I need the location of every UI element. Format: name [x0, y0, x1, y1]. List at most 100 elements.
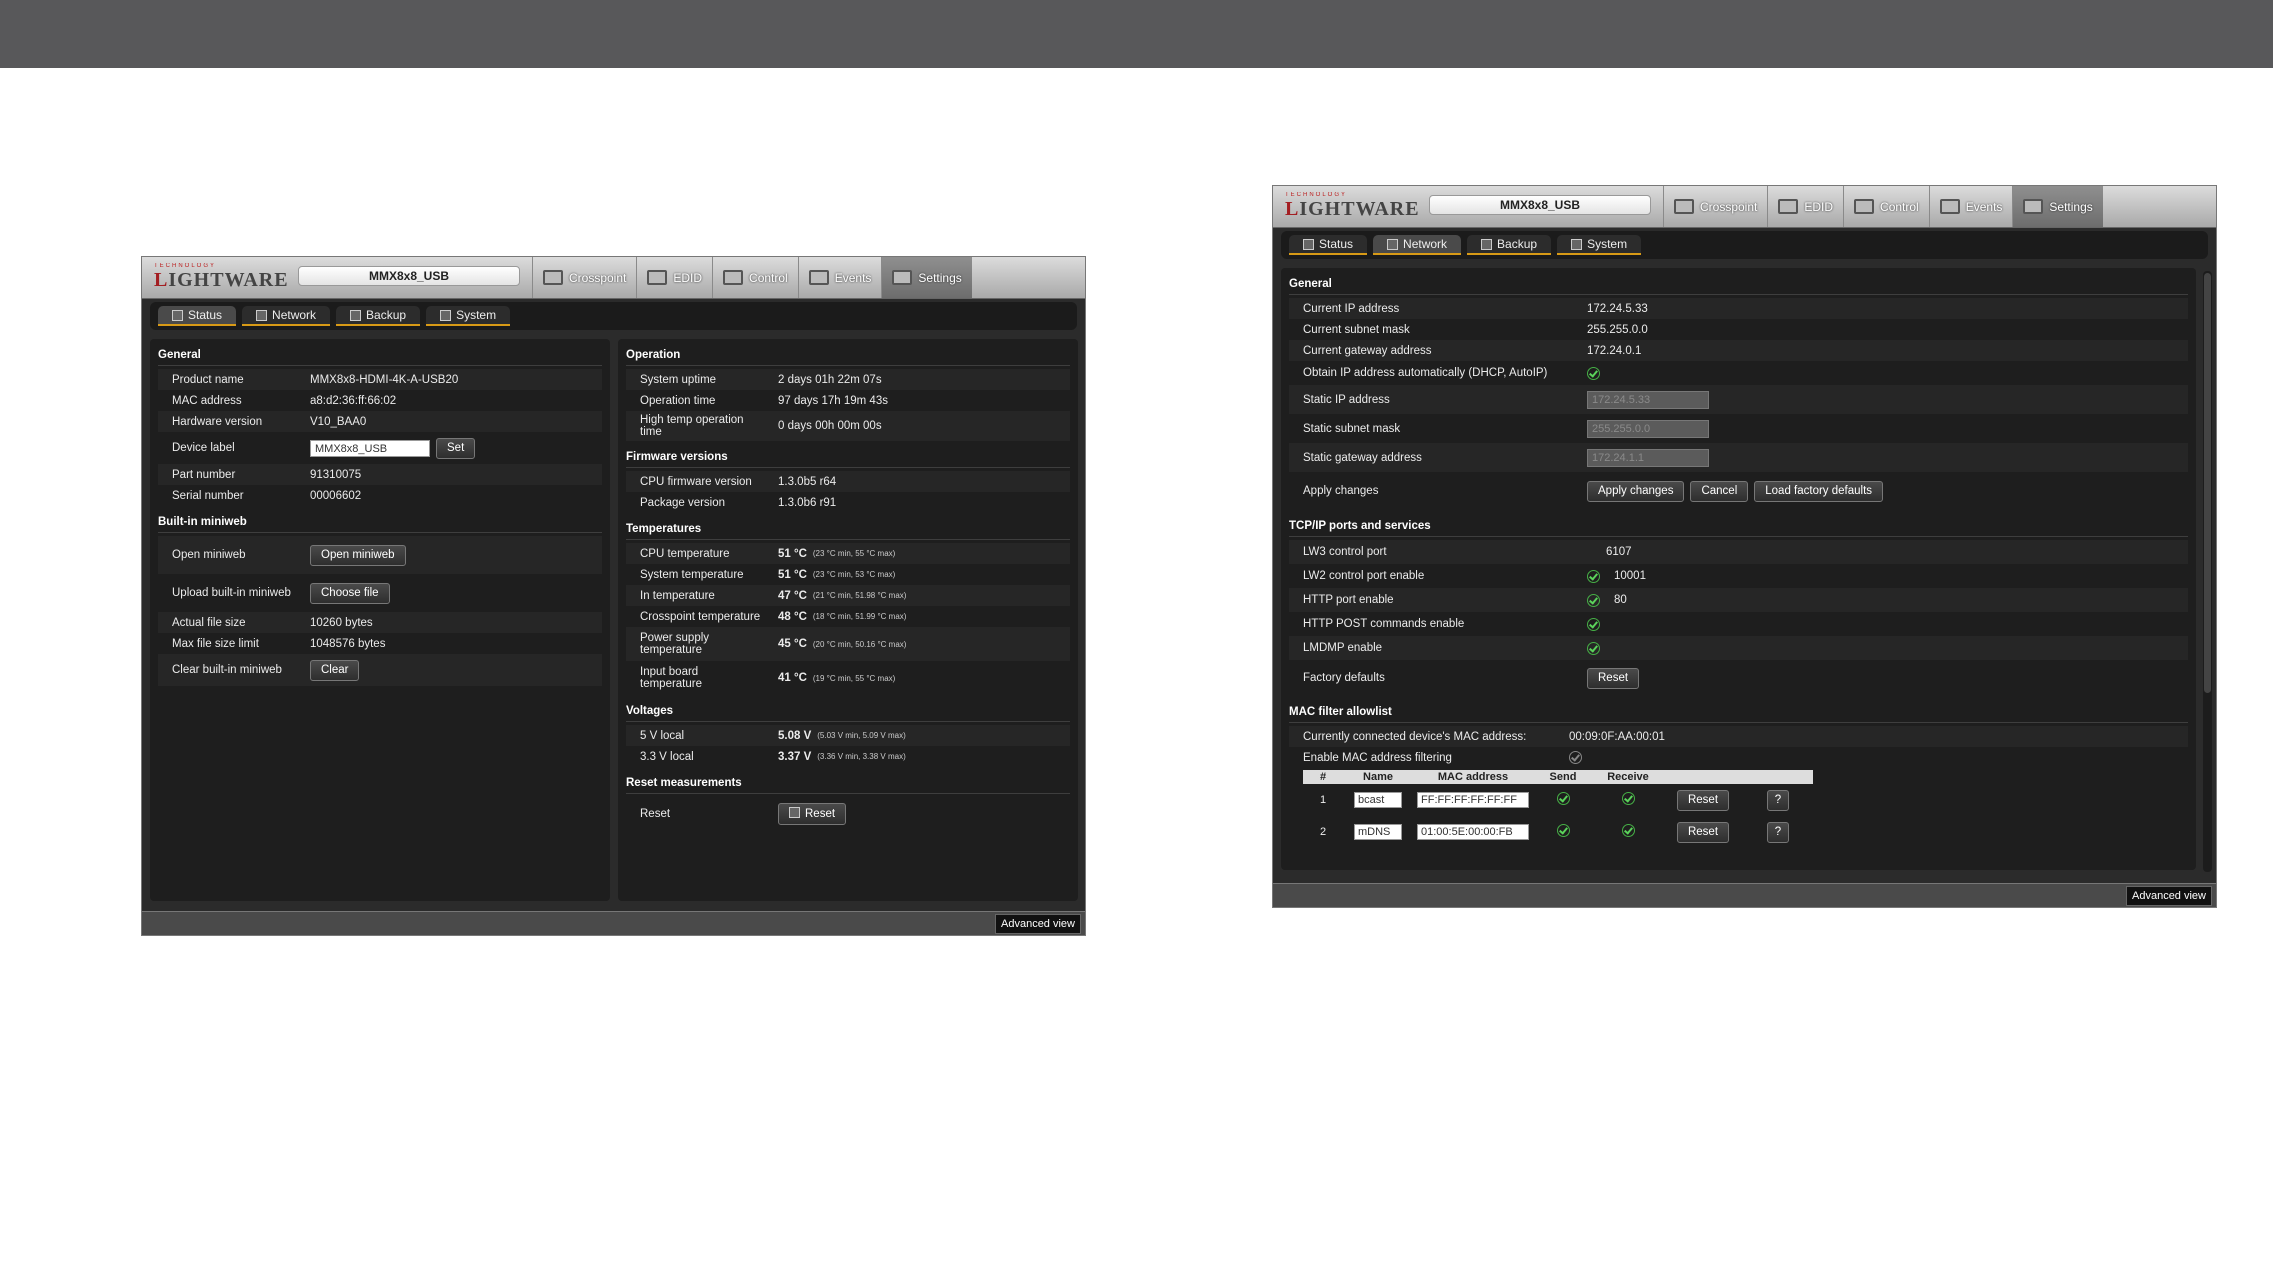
lmdmp-row: LMDMP enable [1289, 636, 2188, 660]
http-post-checkbox[interactable] [1587, 617, 1600, 631]
network-window: TECHNOLOGY LIGHTWARE MMX8x8_USB Crosspoin… [1272, 185, 2217, 908]
apply-changes-button[interactable]: Apply changes [1587, 480, 1685, 502]
send-checkbox[interactable] [1556, 792, 1570, 805]
sliders-icon [723, 270, 744, 285]
open-miniweb-button[interactable]: Open miniweb [310, 544, 406, 566]
static-mask-input[interactable]: 255.255.0.0 [1587, 419, 1709, 438]
mac-address-input[interactable]: FF:FF:FF:FF:FF:FF [1417, 792, 1529, 808]
info-row: Product name MMX8x8-HDMI-4K-A-USB20 [158, 369, 602, 390]
tab-control[interactable]: Control [712, 257, 798, 298]
open-miniweb-row: Open miniweb Open miniweb [158, 536, 602, 574]
mac-name-input[interactable]: mDNS [1354, 824, 1402, 840]
gear-icon [892, 270, 913, 285]
http-port-row: HTTP port enable 80 [1289, 588, 2188, 612]
tab-events[interactable]: Events [797, 257, 882, 298]
factory-defaults-row: Factory defaults Reset [1289, 660, 2188, 696]
section-firmware: Firmware versions [626, 449, 1070, 468]
clear-button[interactable]: Clear [310, 659, 360, 681]
tab-crosspoint[interactable]: Crosspoint [532, 257, 636, 298]
vertical-scrollbar[interactable] [2203, 271, 2212, 872]
receive-checkbox[interactable] [1621, 824, 1635, 837]
static-ip-input[interactable]: 172.24.5.33 [1587, 390, 1709, 409]
grid-icon [1674, 199, 1694, 214]
static-gateway-input[interactable]: 172.24.1.1 [1587, 448, 1709, 467]
http-enable-checkbox[interactable] [1587, 593, 1600, 607]
info-row: Current IP address 172.24.5.33 [1289, 298, 2188, 319]
choose-file-button[interactable]: Choose file [310, 582, 390, 604]
advanced-view-button[interactable]: Advanced view [2126, 886, 2212, 906]
info-row: MAC address a8:d2:36:ff:66:02 [172, 394, 397, 407]
cancel-button[interactable]: Cancel [1690, 480, 1749, 502]
section-reset-measurements: Reset measurements [626, 775, 1070, 794]
section-miniweb: Built-in miniweb [158, 514, 602, 533]
static-ip-row: Static IP address 172.24.5.33 [1289, 385, 2188, 414]
system-icon [1571, 238, 1583, 250]
table-row: 1 bcast FF:FF:FF:FF:FF:FF Reset ? [1303, 784, 1813, 816]
subtab-network[interactable]: Network [1373, 235, 1462, 255]
subtab-system[interactable]: System [1557, 235, 1642, 255]
voltage-row: 5 V local 5.08 V (5.03 V min, 5.09 V max) [626, 725, 1070, 746]
settings-subtabs: Status Network Backup System [1281, 231, 2208, 259]
factory-reset-button[interactable]: Reset [1587, 667, 1640, 689]
right-panel: Operation System uptime 2 days 01h 22m 07… [618, 339, 1078, 901]
row-reset-button[interactable]: Reset [1676, 821, 1730, 843]
send-checkbox[interactable] [1556, 824, 1570, 837]
receive-checkbox[interactable] [1621, 792, 1635, 805]
device-label-input[interactable]: MMX8x8_USB [310, 439, 430, 457]
subtab-network[interactable]: Network [242, 306, 331, 326]
system-icon [440, 309, 452, 321]
lw2-enable-checkbox[interactable] [1587, 569, 1600, 583]
reset-measurements-button[interactable]: Reset [778, 803, 847, 825]
subtab-status[interactable]: Status [1289, 235, 1368, 255]
info-row: Current subnet mask 255.255.0.0 [1303, 323, 1648, 336]
mac-filtering-checkbox[interactable] [1569, 751, 1582, 764]
device-label-row: Device label MMX8x8_USB Set [158, 432, 602, 464]
section-general: General [158, 347, 602, 366]
dhcp-checkbox[interactable] [1587, 366, 1600, 380]
mac-address-input[interactable]: 01:00:5E:00:00:FB [1417, 824, 1529, 840]
info-row: Hardware version V10_BAA0 [158, 411, 602, 432]
tab-control[interactable]: Control [1843, 186, 1929, 227]
tab-settings[interactable]: Settings [2012, 186, 2103, 227]
reset-icon [789, 807, 800, 818]
help-button[interactable]: ? [1766, 821, 1790, 843]
status-icon [172, 309, 183, 321]
subtab-system[interactable]: System [426, 306, 511, 326]
row-reset-button[interactable]: Reset [1676, 789, 1730, 811]
info-row: Package version 1.3.0b6 r91 [640, 496, 837, 509]
section-mac-filter: MAC filter allowlist [1289, 704, 2188, 723]
tab-events[interactable]: Events [1928, 186, 2013, 227]
mac-table: # Name MAC address Send Receive 1 bcast … [1303, 770, 1813, 848]
header-bar: TECHNOLOGY LIGHTWARE MMX8x8_USB Crosspoin… [1273, 186, 2216, 228]
temp-row: Power supply temperature 45 °C (20 °C min,… [626, 627, 1070, 661]
subtab-status[interactable]: Status [158, 306, 237, 326]
temp-row: System temperature 51 °C (23 °C min, 53 °C… [640, 568, 896, 581]
info-row: Part number 91310075 [158, 464, 602, 485]
gear-icon [2023, 199, 2044, 214]
lmdmp-checkbox[interactable] [1587, 641, 1600, 655]
section-general: General [1289, 276, 2188, 295]
subtab-backup[interactable]: Backup [336, 306, 421, 326]
section-tcp-ip: TCP/IP ports and services [1289, 518, 2188, 537]
scrollbar-thumb[interactable] [2204, 273, 2211, 693]
shield-icon [808, 270, 829, 285]
grid-icon [543, 270, 563, 285]
tab-crosspoint[interactable]: Crosspoint [1663, 186, 1767, 227]
subtab-backup[interactable]: Backup [1467, 235, 1552, 255]
backup-icon [350, 309, 362, 321]
tab-settings[interactable]: Settings [881, 257, 972, 298]
mac-name-input[interactable]: bcast [1354, 792, 1402, 808]
load-factory-defaults-button[interactable]: Load factory defaults [1754, 480, 1884, 502]
temp-row: Input board temperature 41 °C (19 °C min, … [640, 666, 896, 690]
tab-edid[interactable]: EDID [1767, 186, 1843, 227]
current-mac-row: Currently connected device's MAC address… [1289, 726, 2188, 747]
help-button[interactable]: ? [1766, 789, 1790, 811]
table-row: 2 mDNS 01:00:5E:00:00:FB Reset ? [1303, 816, 1813, 848]
set-button[interactable]: Set [436, 437, 476, 459]
shield-icon [1939, 199, 1960, 214]
info-row: High temp operation time 0 days 00h 00m 0… [626, 411, 1070, 441]
advanced-view-button[interactable]: Advanced view [995, 914, 1081, 934]
mac-filtering-row: Enable MAC address filtering [1289, 747, 2188, 768]
info-row: System uptime 2 days 01h 22m 07s [626, 369, 1070, 390]
tab-edid[interactable]: EDID [636, 257, 712, 298]
